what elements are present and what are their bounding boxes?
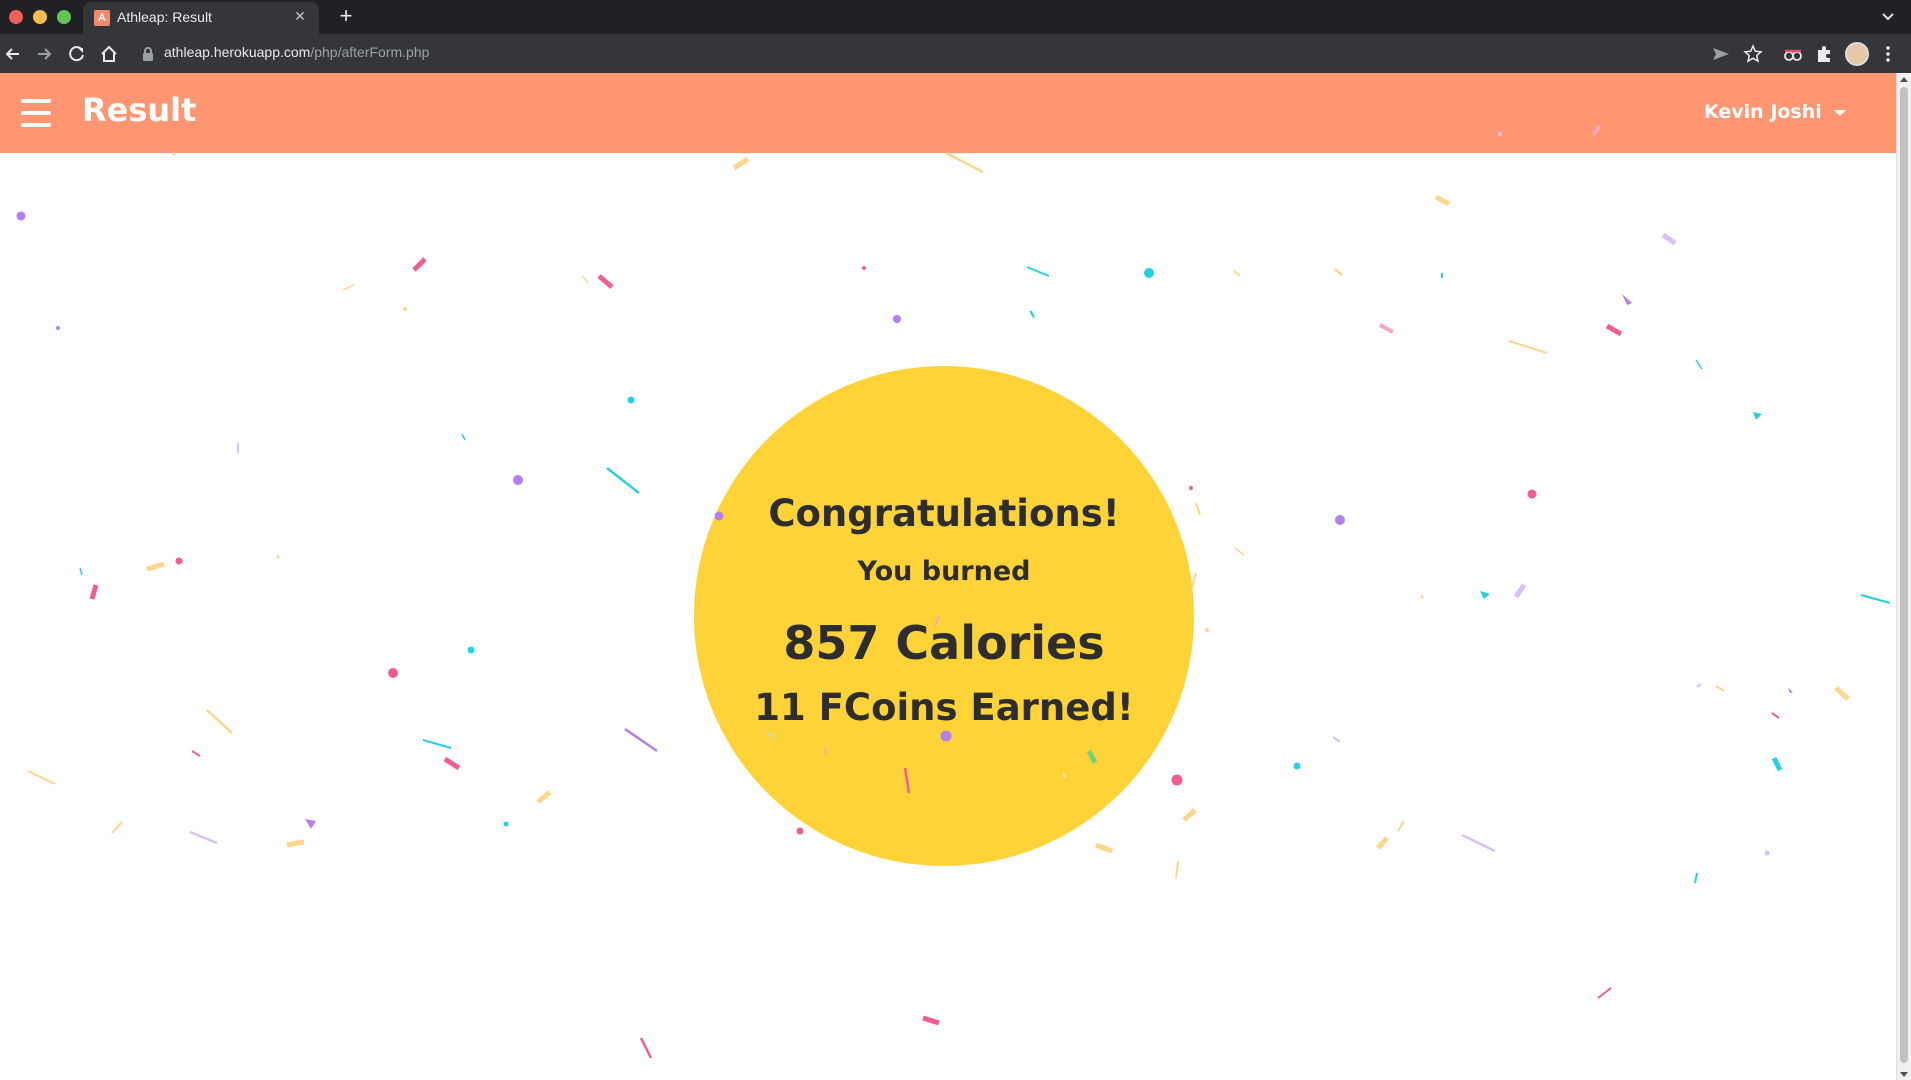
browser-tab[interactable]: A Athleap: Result ✕ — [83, 2, 319, 34]
result-circle: Congratulations! You burned 857 Calories… — [694, 366, 1194, 866]
browser-tab-strip: A Athleap: Result ✕ + — [0, 0, 1911, 34]
reload-icon[interactable] — [66, 43, 88, 65]
tab-search-chevron-icon[interactable] — [1879, 8, 1897, 26]
burned-label: You burned — [857, 556, 1031, 587]
congratulations-heading: Congratulations! — [768, 492, 1120, 535]
new-tab-button[interactable]: + — [334, 5, 358, 29]
window-minimize-button[interactable] — [33, 10, 47, 24]
url-path: /php/afterForm.php — [310, 44, 430, 60]
extensions-puzzle-icon[interactable] — [1813, 43, 1835, 65]
url-host: athleap.herokuapp.com — [164, 44, 311, 60]
tab-close-icon[interactable]: ✕ — [291, 8, 309, 26]
window-close-button[interactable] — [9, 10, 23, 24]
home-icon[interactable] — [98, 43, 120, 65]
incognito-extension-icon[interactable] — [1782, 43, 1804, 65]
address-bar[interactable]: athleap.herokuapp.com/php/afterForm.php — [164, 44, 429, 60]
scroll-thumb[interactable] — [1900, 87, 1908, 1063]
fcoins-earned: 11 FCoins Earned! — [754, 686, 1134, 729]
send-icon[interactable] — [1710, 43, 1732, 65]
page-viewport: Result Kevin Joshi Congratulations! You … — [0, 73, 1896, 1080]
favicon-icon: A — [94, 10, 110, 26]
more-menu-icon[interactable] — [1877, 43, 1899, 65]
window-maximize-button[interactable] — [57, 10, 71, 24]
lock-icon[interactable] — [141, 46, 155, 62]
page-scrollbar[interactable] — [1896, 73, 1911, 1080]
tab-title: Athleap: Result — [117, 9, 212, 25]
browser-toolbar: athleap.herokuapp.com/php/afterForm.php — [0, 34, 1911, 73]
calories-value: 857 Calories — [783, 616, 1105, 670]
scroll-up-arrow-icon[interactable] — [1900, 77, 1908, 82]
star-icon[interactable] — [1742, 43, 1764, 65]
scroll-down-arrow-icon[interactable] — [1900, 1072, 1908, 1077]
profile-avatar[interactable] — [1845, 42, 1869, 66]
forward-icon[interactable] — [33, 43, 55, 65]
back-icon[interactable] — [2, 43, 24, 65]
